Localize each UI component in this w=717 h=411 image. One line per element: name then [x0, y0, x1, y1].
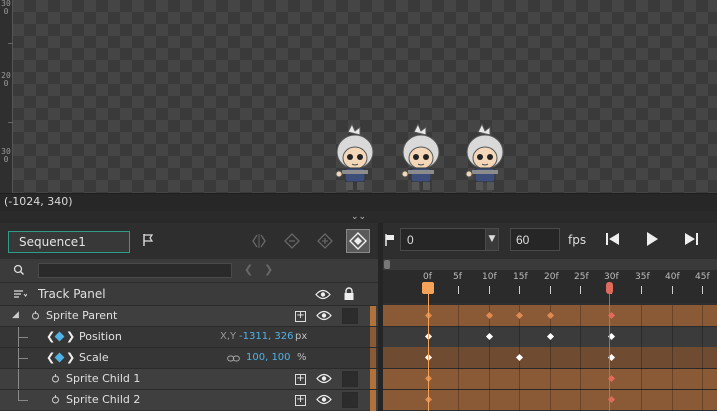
vertical-ruler: 300 200 300: [0, 0, 13, 193]
search-next-icon[interactable]: ❯: [264, 263, 273, 276]
visibility-eye-icon[interactable]: [316, 373, 332, 384]
frame-label: 20f: [544, 272, 559, 282]
next-key-arrow-icon[interactable]: ❯: [66, 330, 75, 343]
track-panel: Sequence1 ❮ ❯ Track Panel ◢ Sprite Paren…: [0, 223, 378, 411]
end-marker-line: [609, 293, 610, 411]
coords-text: (-1024, 340): [4, 195, 73, 208]
collapse-triangle-icon[interactable]: ◢: [12, 310, 19, 320]
visibility-all-eye-icon[interactable]: [315, 289, 331, 300]
sequence-toolbar: Sequence1: [0, 223, 378, 259]
track-row-sprite-parent[interactable]: ◢ Sprite Parent +: [0, 305, 378, 327]
scale-value[interactable]: 100, 100: [246, 352, 291, 363]
frame-label: 45f: [695, 272, 710, 282]
sort-menu-icon[interactable]: [13, 289, 27, 301]
frame-label: 0f: [423, 272, 432, 282]
track-row-position[interactable]: ❮ ❯ Position X,Y -1311, 326 px: [0, 326, 378, 348]
keyframe-diamond-icon[interactable]: [54, 331, 65, 342]
bracket-left-right-icon: [252, 234, 266, 248]
fps-input[interactable]: [510, 228, 560, 251]
fps-label: fps: [568, 233, 587, 247]
visibility-eye-icon[interactable]: [316, 394, 332, 405]
lock-toggle[interactable]: [342, 392, 358, 408]
timeline-panel: ▼ fps 0f 5f 10f 15f 20f 25f 30f 35f 40f …: [383, 223, 717, 411]
flag-icon[interactable]: [141, 233, 155, 247]
track-color-strip: [370, 369, 376, 390]
track-color-strip: [370, 306, 376, 327]
link-chain-icon[interactable]: [227, 355, 240, 363]
scrollbar-thumb[interactable]: [384, 260, 390, 269]
dropdown-arrow-icon: ▼: [488, 234, 496, 244]
track-panel-header: Track Panel: [0, 282, 378, 305]
playback-toolbar: ▼ fps: [383, 223, 717, 259]
sprite-node-icon: [52, 374, 59, 383]
frame-dropdown-button[interactable]: ▼: [485, 228, 499, 251]
sequence-tab[interactable]: Sequence1: [8, 231, 130, 253]
search-icon: [13, 264, 24, 275]
sprite-character[interactable]: [396, 122, 446, 194]
frame-label: 35f: [635, 272, 650, 282]
frame-label: 30f: [604, 272, 619, 282]
sprite-character[interactable]: [330, 122, 380, 194]
visibility-eye-icon[interactable]: [316, 310, 332, 321]
lock-all-icon[interactable]: [343, 287, 355, 301]
prev-keyframe-button[interactable]: [247, 229, 271, 253]
track-row-sprite-child-2[interactable]: Sprite Child 2 +: [0, 389, 378, 411]
frame-ruler[interactable]: 0f 5f 10f 15f 20f 25f 30f 35f 40f 45f: [383, 270, 717, 303]
track-color-strip: [370, 327, 376, 348]
track-row-sprite-child-1[interactable]: Sprite Child 1 +: [0, 368, 378, 390]
value-prefix: X,Y: [220, 331, 237, 342]
timeline-scrollbar[interactable]: [383, 259, 717, 270]
current-frame-input[interactable]: [400, 228, 490, 251]
search-prev-icon[interactable]: ❮: [244, 263, 253, 276]
track-panel-title: Track Panel: [38, 287, 106, 301]
position-value[interactable]: -1311, 326: [239, 331, 294, 342]
diamond-plus-icon: [317, 233, 333, 249]
remove-keyframe-button[interactable]: [280, 229, 304, 253]
diamond-minus-icon: [284, 233, 300, 249]
track-color-strip: [370, 348, 376, 369]
ruler-label: 300: [1, 0, 11, 16]
track-color-strip: [370, 390, 376, 411]
track-label: Sprite Child 2: [66, 393, 141, 406]
keyframe-diamond-icon[interactable]: [54, 352, 65, 363]
ruler-label: 200: [1, 71, 11, 88]
cursor-coordinates: (-1024, 340): [0, 193, 717, 211]
track-label: Scale: [79, 351, 109, 364]
track-label: Position: [79, 330, 122, 343]
frame-label: 5f: [453, 272, 462, 282]
frame-label: 40f: [665, 272, 680, 282]
search-row: ❮ ❯: [0, 259, 378, 282]
track-label: Sprite Child 1: [66, 372, 141, 385]
add-track-button[interactable]: +: [295, 395, 306, 406]
next-key-arrow-icon[interactable]: ❯: [66, 351, 75, 364]
ruler-label: 300: [1, 147, 11, 164]
track-label: Sprite Parent: [46, 309, 118, 322]
playhead-line: [428, 293, 429, 411]
frame-label: 10f: [482, 272, 497, 282]
sprite-node-icon: [32, 311, 39, 320]
add-track-button[interactable]: +: [295, 374, 306, 385]
canvas-viewport[interactable]: 300 200 300: [0, 0, 717, 193]
scale-unit: %: [297, 352, 307, 363]
sequence-tab-label: Sequence1: [19, 235, 86, 249]
lock-toggle[interactable]: [342, 308, 358, 324]
skip-to-start-icon[interactable]: [605, 231, 621, 247]
track-row-scale[interactable]: ❮ ❯ Scale 100, 100 %: [0, 347, 378, 369]
diamond-target-icon: [349, 232, 367, 250]
marker-flag-icon[interactable]: [384, 233, 396, 247]
sprite-node-icon: [52, 395, 59, 404]
position-unit: px: [295, 331, 308, 342]
keyframe-mode-button[interactable]: [346, 229, 370, 253]
sprite-character[interactable]: [460, 122, 510, 194]
add-track-button[interactable]: +: [295, 311, 306, 322]
frame-label: 15f: [513, 272, 528, 282]
play-icon[interactable]: [644, 231, 660, 247]
double-chevron-down-icon: ⌄⌄: [350, 212, 367, 222]
lock-toggle[interactable]: [342, 371, 358, 387]
add-keyframe-button[interactable]: [313, 229, 337, 253]
track-search-input[interactable]: [38, 263, 232, 278]
skip-to-end-icon[interactable]: [683, 231, 699, 247]
collapse-panel-button[interactable]: ⌄⌄: [0, 211, 717, 223]
frame-label: 25f: [574, 272, 589, 282]
